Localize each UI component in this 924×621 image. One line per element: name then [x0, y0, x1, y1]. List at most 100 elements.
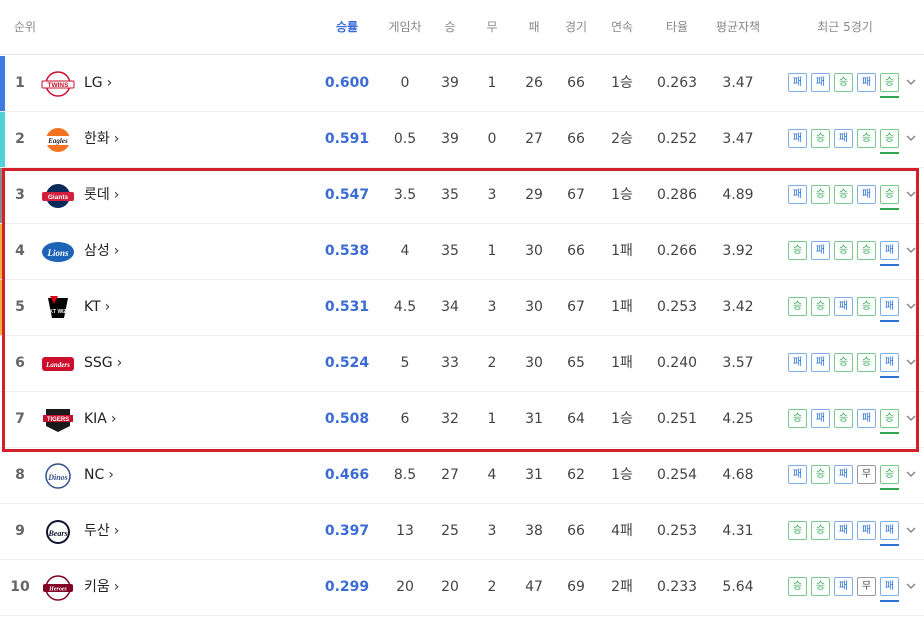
streak-cell: 1패 [611, 299, 633, 315]
chevron-right-icon: › [104, 299, 111, 315]
losses-cell: 27 [525, 131, 543, 147]
table-row[interactable]: 1 0.600 0 39 1 26 66 1승 0.263 3.47 TWINS LG › 패 패 승 패 승 [0, 56, 924, 112]
latest-result-underline [880, 152, 899, 154]
chevron-down-icon[interactable] [905, 185, 917, 204]
chevron-down-icon[interactable] [905, 241, 917, 260]
chevron-right-icon: › [113, 131, 120, 147]
team-link[interactable]: SSG › [84, 336, 122, 391]
svg-text:Heroes: Heroes [48, 587, 67, 593]
chevron-right-icon: › [113, 523, 120, 539]
games-cell: 64 [567, 411, 585, 427]
result-badge: 패 [811, 73, 830, 92]
team-link[interactable]: KT › [84, 280, 110, 335]
result-badge: 패 [857, 521, 876, 540]
team-link[interactable]: LG › [84, 56, 112, 111]
chevron-down-icon[interactable] [905, 353, 917, 372]
table-row[interactable]: 10 0.299 20 20 2 47 69 2패 0.233 5.64 Heroes 키움 › 승 승 패 무… [0, 560, 924, 616]
draws-cell: 3 [487, 187, 497, 203]
result-badge: 승 [834, 241, 853, 260]
games-cell: 67 [567, 187, 585, 203]
games-behind-cell: 20 [396, 579, 414, 595]
twins-logo: TWINS [40, 70, 76, 98]
team-link[interactable]: 롯데 › [84, 168, 119, 223]
chevron-down-icon[interactable] [905, 465, 917, 484]
table-row[interactable]: 9 0.397 13 25 3 38 66 4패 0.253 4.31 Bears 두산 › 승 승 패 패 패 [0, 504, 924, 560]
header-gb[interactable]: 게임차 [380, 0, 430, 55]
header-draw[interactable]: 무 [472, 0, 512, 55]
svg-text:TWINS: TWINS [48, 82, 70, 89]
result-badge: 승 [811, 297, 830, 316]
header-recent: 최근 5경기 [817, 20, 873, 34]
team-link[interactable]: 삼성 › [84, 224, 119, 279]
result-badge: 승 [880, 129, 899, 148]
era-cell: 3.47 [722, 75, 754, 91]
chevron-down-icon[interactable] [905, 521, 917, 540]
header-streak[interactable]: 연속 [600, 0, 644, 55]
team-link[interactable]: 키움 › [84, 560, 119, 615]
team-link[interactable]: 두산 › [84, 504, 119, 559]
table-row[interactable]: 5 0.531 4.5 34 3 30 67 1패 0.253 3.42 KT WIZ KT › 승 승 패 승… [0, 280, 924, 336]
header-loss[interactable]: 패 [514, 0, 554, 55]
header-rank: 순위 [13, 20, 37, 34]
result-badge: 승 [788, 241, 807, 260]
result-badge: 승 [834, 185, 853, 204]
chevron-down-icon[interactable] [905, 73, 917, 92]
table-row[interactable]: 8 0.466 8.5 27 4 31 62 1승 0.254 4.68 Dinos NC › 패 승 패 무 승 [0, 448, 924, 504]
streak-cell: 2패 [611, 579, 633, 595]
rank-cell: 9 [15, 523, 25, 539]
team-name: SSG [84, 355, 113, 371]
chevron-down-icon[interactable] [905, 409, 917, 428]
team-name: 롯데 [84, 187, 110, 203]
latest-result-underline [880, 96, 899, 98]
streak-cell: 4패 [611, 523, 633, 539]
result-badge: 승 [788, 521, 807, 540]
table-row[interactable]: 4 0.538 4 35 1 30 66 1패 0.266 3.92 Lions 삼성 › 승 패 승 승 패 [0, 224, 924, 280]
table-row[interactable]: 3 0.547 3.5 35 3 29 67 1승 0.286 4.89 Giants 롯데 › 패 승 승 패… [0, 168, 924, 224]
latest-result-underline [880, 320, 899, 322]
table-row[interactable]: 2 0.591 0.5 39 0 27 66 2승 0.252 3.47 Eagles 한화 › 패 승 패 승… [0, 112, 924, 168]
chevron-down-icon[interactable] [905, 577, 917, 596]
header-win[interactable]: 승 [430, 0, 470, 55]
team-link[interactable]: 한화 › [84, 112, 119, 167]
batting-avg-cell: 0.266 [656, 243, 698, 259]
rank-cell: 2 [15, 131, 25, 147]
result-badge: 패 [880, 577, 899, 596]
svg-text:KT WIZ: KT WIZ [49, 309, 66, 315]
draws-cell: 1 [487, 75, 497, 91]
ktwiz-logo: KT WIZ [40, 294, 76, 322]
result-badge: 승 [788, 577, 807, 596]
losses-cell: 31 [525, 411, 543, 427]
win-pct-cell: 0.538 [324, 243, 370, 259]
streak-cell: 1승 [611, 75, 633, 91]
chevron-down-icon[interactable] [905, 297, 917, 316]
rank-cell: 3 [15, 187, 25, 203]
team-name: KIA [84, 411, 107, 427]
chevron-down-icon[interactable] [905, 129, 917, 148]
svg-text:Lions: Lions [46, 248, 69, 258]
latest-result-underline [880, 264, 899, 266]
era-cell: 3.57 [722, 355, 754, 371]
eagles-logo: Eagles [40, 126, 76, 154]
header-avg[interactable]: 타율 [652, 0, 702, 55]
games-cell: 69 [567, 579, 585, 595]
games-behind-cell: 6 [400, 411, 410, 427]
chevron-right-icon: › [108, 467, 114, 483]
games-behind-cell: 3.5 [393, 187, 417, 203]
header-games[interactable]: 경기 [556, 0, 596, 55]
table-row[interactable]: 7 0.508 6 32 1 31 64 1승 0.251 4.25 TIGERS KIA › 승 패 승 패 승 [0, 392, 924, 448]
games-behind-cell: 0 [400, 75, 410, 91]
streak-cell: 2승 [611, 131, 633, 147]
wins-cell: 35 [441, 187, 459, 203]
header-era[interactable]: 평균자책 [708, 0, 768, 55]
losses-cell: 38 [525, 523, 543, 539]
svg-text:TIGERS: TIGERS [47, 417, 69, 423]
result-badge: 패 [788, 353, 807, 372]
chevron-right-icon: › [116, 355, 123, 371]
table-row[interactable]: 6 0.524 5 33 2 30 65 1패 0.240 3.57 Landers SSG › 패 패 승 승… [0, 336, 924, 392]
header-pct[interactable]: 승률 [318, 0, 376, 55]
team-link[interactable]: KIA › [84, 392, 117, 447]
wins-cell: 32 [441, 411, 459, 427]
draws-cell: 2 [487, 355, 497, 371]
team-link[interactable]: NC › [84, 448, 114, 503]
win-pct-cell: 0.524 [324, 355, 370, 371]
